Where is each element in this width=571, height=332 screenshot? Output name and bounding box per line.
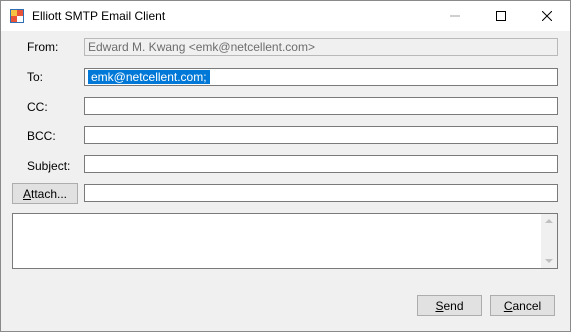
window-title: Elliott SMTP Email Client — [32, 9, 166, 23]
send-mnemonic: S — [435, 298, 444, 313]
cancel-button-label: ancel — [512, 298, 542, 313]
maximize-icon — [496, 11, 506, 21]
to-field[interactable]: emk@netcellent.com; — [84, 68, 558, 86]
attachment-field[interactable] — [84, 184, 558, 202]
close-icon — [542, 11, 552, 21]
cc-field[interactable] — [84, 97, 558, 115]
bcc-field[interactable] — [84, 126, 558, 144]
cancel-mnemonic: C — [503, 298, 513, 313]
body-scrollbar[interactable] — [541, 214, 557, 268]
message-body[interactable] — [12, 213, 558, 269]
from-field: Edward M. Kwang <emk@netcellent.com> — [84, 38, 558, 56]
to-field-selected-text: emk@netcellent.com; — [88, 70, 210, 84]
send-button[interactable]: Send — [417, 295, 482, 316]
minimize-icon — [450, 15, 460, 17]
from-label: From: — [27, 40, 59, 54]
scroll-up-icon[interactable] — [545, 219, 553, 223]
scroll-down-icon[interactable] — [545, 259, 553, 263]
app-window-icon — [10, 9, 24, 23]
cc-label: CC: — [27, 100, 48, 114]
attach-button[interactable]: Attach... — [12, 183, 78, 204]
bcc-label: BCC: — [27, 129, 56, 143]
send-button-label: end — [443, 298, 464, 313]
email-client-window: Elliott SMTP Email Client From: Edward M… — [0, 0, 571, 332]
subject-field[interactable] — [84, 155, 558, 173]
attach-button-label: ttach... — [30, 186, 68, 201]
attach-mnemonic: A — [22, 186, 31, 201]
close-button[interactable] — [524, 1, 570, 31]
title-bar[interactable]: Elliott SMTP Email Client — [1, 1, 570, 31]
subject-label: Subject: — [27, 159, 71, 173]
form-area: From: Edward M. Kwang <emk@netcellent.co… — [1, 31, 570, 331]
maximize-button[interactable] — [478, 1, 524, 31]
minimize-button[interactable] — [432, 1, 478, 31]
to-label: To: — [27, 70, 44, 84]
cancel-button[interactable]: Cancel — [490, 295, 555, 316]
